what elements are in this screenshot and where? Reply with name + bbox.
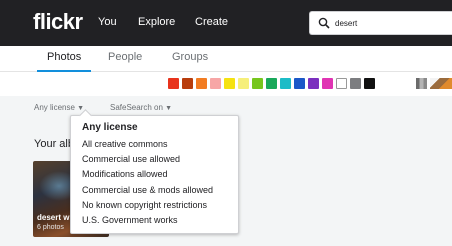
search-input[interactable] [335, 16, 445, 30]
color-filter-row [0, 72, 452, 96]
nav-explore[interactable]: Explore [138, 16, 175, 28]
license-filter-label: Any license [34, 103, 75, 112]
search-tabs: Photos People Groups [0, 46, 452, 72]
color-swatch[interactable] [252, 78, 263, 89]
flickr-logo[interactable]: flickr [33, 9, 83, 35]
color-swatch[interactable] [280, 78, 291, 89]
tab-photos[interactable]: Photos [47, 51, 81, 63]
search-icon[interactable] [318, 17, 330, 29]
album-photo-count: 6 photos [37, 224, 64, 231]
license-option-no-copyright[interactable]: No known copyright restrictions [82, 200, 207, 210]
edge-marker-line [0, 41, 11, 42]
color-swatch[interactable] [182, 78, 193, 89]
nav-you[interactable]: You [98, 16, 117, 28]
color-swatch[interactable] [308, 78, 319, 89]
license-option-creative-commons[interactable]: All creative commons [82, 139, 168, 149]
license-option-any[interactable]: Any license [82, 122, 138, 133]
license-filter-dropdown[interactable]: Any license ▼ [34, 103, 84, 112]
license-option-commercial[interactable]: Commercial use allowed [82, 154, 180, 164]
color-swatch[interactable] [210, 78, 221, 89]
color-swatch[interactable] [336, 78, 347, 89]
license-option-commercial-mods[interactable]: Commercial use & mods allowed [82, 185, 213, 195]
license-option-us-government[interactable]: U.S. Government works [82, 215, 178, 225]
color-swatch[interactable] [294, 78, 305, 89]
search-box[interactable] [309, 11, 452, 35]
albums-section-title: Your alb [34, 138, 74, 150]
license-menu: Any license All creative commons Commerc… [70, 115, 239, 234]
screen-edge-marker [435, 0, 436, 11]
license-option-modifications[interactable]: Modifications allowed [82, 169, 168, 179]
black-and-white-filter[interactable] [416, 78, 427, 89]
color-swatch[interactable] [364, 78, 375, 89]
top-navigation-bar: flickr You Explore Create [0, 0, 452, 46]
color-swatch[interactable] [350, 78, 361, 89]
color-swatch[interactable] [266, 78, 277, 89]
album-title: desert w [37, 213, 70, 222]
color-swatch[interactable] [196, 78, 207, 89]
safesearch-filter-label: SafeSearch on [110, 103, 163, 112]
tab-groups[interactable]: Groups [172, 51, 208, 63]
tab-people[interactable]: People [108, 51, 142, 63]
safesearch-filter-dropdown[interactable]: SafeSearch on ▼ [110, 103, 172, 112]
chevron-down-icon: ▼ [165, 105, 173, 112]
color-swatch[interactable] [322, 78, 333, 89]
nav-create[interactable]: Create [195, 16, 228, 28]
color-swatch[interactable] [238, 78, 249, 89]
shallow-depth-filter[interactable] [430, 78, 452, 89]
color-swatch[interactable] [168, 78, 179, 89]
flickr-search-page: flickr You Explore Create Photos People … [0, 0, 452, 246]
color-swatch[interactable] [224, 78, 235, 89]
